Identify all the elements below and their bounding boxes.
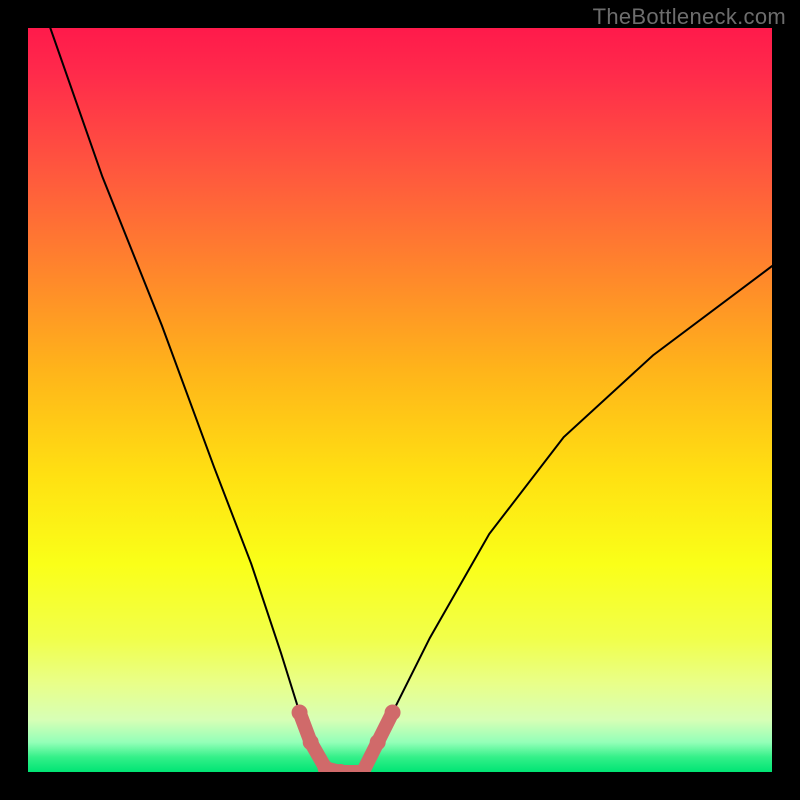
highlight-dot bbox=[370, 734, 386, 750]
plot-area bbox=[28, 28, 772, 772]
watermark-text: TheBottleneck.com bbox=[593, 4, 786, 30]
highlight-dot bbox=[385, 704, 401, 720]
chart-svg bbox=[28, 28, 772, 772]
highlight-dot bbox=[303, 734, 319, 750]
highlight-dot bbox=[292, 704, 308, 720]
chart-frame: TheBottleneck.com bbox=[0, 0, 800, 800]
bottleneck-curve bbox=[50, 28, 772, 772]
